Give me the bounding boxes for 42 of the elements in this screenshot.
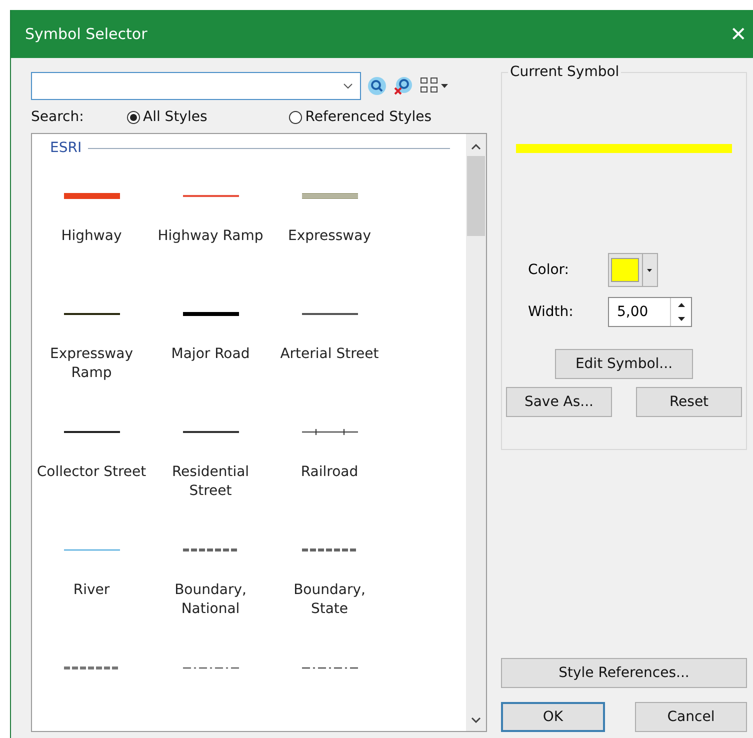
color-label: Color: [528,262,570,278]
scroll-up-icon[interactable] [471,144,481,150]
symbol-label: Expressway Ramp [49,345,134,383]
reset-button[interactable]: Reset [636,387,742,417]
window-title: Symbol Selector [25,25,148,43]
cancel-button[interactable]: Cancel [635,702,747,732]
save-as-button[interactable]: Save As... [506,387,612,417]
scrollbar-thumb[interactable] [467,156,485,236]
panel-title: Current Symbol [509,64,620,80]
close-button[interactable]: ✕ [724,14,753,54]
spin-down-icon[interactable] [678,317,684,321]
clear-search-icon[interactable] [393,76,413,96]
symbol-label: Boundary, National [174,581,248,619]
scope-radio[interactable]: Referenced Styles [289,109,432,125]
line-symbol-icon[interactable] [182,309,238,319]
spin-up-icon[interactable] [678,303,684,307]
group-heading: ESRI [50,140,82,156]
search-label: Search: [31,109,85,125]
edit-symbol-button[interactable]: Edit Symbol... [555,349,693,379]
dropdown-arrow-icon [646,268,652,272]
symbol-label: Residential Street [170,463,250,501]
width-label: Width: [528,304,574,320]
search-icon[interactable] [367,76,387,96]
ok-button[interactable]: OK [501,702,605,732]
line-symbol-icon[interactable] [302,427,358,437]
symbol-label: Collector Street [36,463,146,482]
symbol-label: Arterial Street [280,345,379,364]
style-references-button[interactable]: Style References... [501,658,747,688]
width-field[interactable]: 5,00 [608,297,692,327]
scope-radio[interactable]: All Styles [127,109,208,125]
vertical-scrollbar[interactable] [466,134,486,731]
symbol-label: River [73,581,110,600]
symbol-label: Railroad [300,463,358,482]
search-field[interactable] [31,72,361,100]
symbol-label: Boundary, State [292,581,366,619]
scroll-down-icon[interactable] [471,717,481,723]
symbol-label: Major Road [171,345,250,364]
symbol-label: Highway Ramp [158,227,264,246]
chevron-down-icon [343,83,353,89]
symbol-label: Expressway [288,227,371,246]
color-picker[interactable] [608,253,658,287]
symbol-label: Highway [61,227,122,246]
